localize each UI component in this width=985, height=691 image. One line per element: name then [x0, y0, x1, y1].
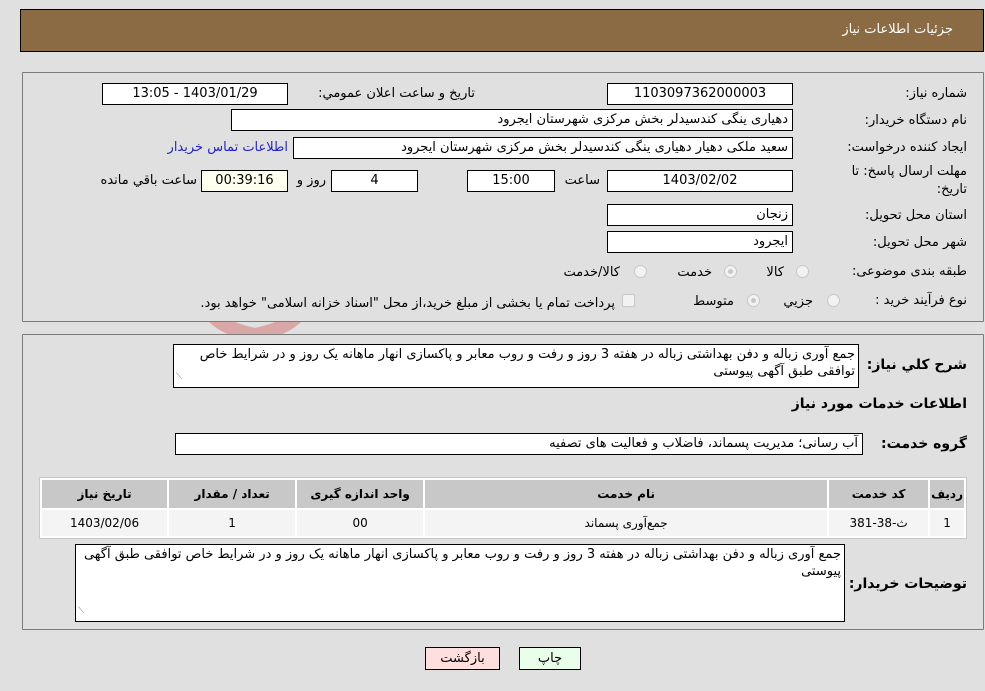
buyer-org-label: نام دستگاه خریدار:: [864, 113, 967, 128]
deadline-label-date: تاریخ:: [936, 182, 967, 197]
creator-field: سعید ملکی دهیار دهیاری ینگی کندسیدلر بخش…: [293, 137, 793, 159]
treasury-note: پرداخت تمام یا بخشی از مبلغ خرید،از محل …: [200, 296, 615, 311]
buyer-notes-label: توضيحات خريدار:: [848, 576, 967, 592]
process-label: نوع فرآیند خرید :: [875, 293, 967, 308]
services-table: رديف کد خدمت نام خدمت واحد اندازه گيری ت…: [39, 477, 967, 539]
process-radio-medium[interactable]: [747, 294, 760, 307]
deadline-time-field: 15:00: [467, 170, 555, 192]
cell-unit: 00: [297, 510, 424, 536]
need-number-label: شماره نیاز:: [905, 86, 967, 101]
table-header-row: رديف کد خدمت نام خدمت واحد اندازه گيری ت…: [42, 480, 964, 508]
buyer-org-field: دهیاری ینگی کندسیدلر بخش مرکزی شهرستان ا…: [231, 109, 793, 131]
city-field: ایجرود: [607, 231, 793, 253]
cell-quantity: 1: [169, 510, 296, 536]
page-header: جزئیات اطلاعات نیاز: [20, 9, 984, 52]
buyer-notes-textarea[interactable]: جمع آوری زباله و دفن بهداشتی زباله در هف…: [75, 544, 845, 622]
service-group-field: آب رسانی؛ مدیریت پسماند، فاضلاب و فعالیت…: [175, 433, 863, 455]
cell-service-code: ث-38-381: [829, 510, 929, 536]
category-radio-goods[interactable]: [796, 265, 809, 278]
summary-label: شرح کلي نياز:: [866, 357, 967, 373]
announce-date-field: 1403/01/29 - 13:05: [102, 83, 288, 105]
process-option-minor: جزيي: [783, 294, 813, 309]
treasury-checkbox[interactable]: [622, 294, 635, 307]
col-header-service-name: نام خدمت: [425, 480, 828, 508]
col-header-quantity: تعداد / مقدار: [169, 480, 296, 508]
back-button[interactable]: بازگشت: [425, 647, 500, 670]
cell-service-name: جمع‌آوری پسماند: [425, 510, 828, 536]
province-label: استان محل تحویل:: [865, 208, 967, 223]
summary-textarea[interactable]: جمع آوری زباله و دفن بهداشتی زباله در هف…: [173, 344, 859, 388]
deadline-date-field: 1403/02/02: [607, 170, 793, 192]
city-label: شهر محل تحویل:: [872, 235, 967, 250]
resize-grip-icon[interactable]: ⟋: [78, 603, 84, 620]
col-header-need-date: تاريخ نياز: [42, 480, 168, 508]
col-header-unit: واحد اندازه گيری: [297, 480, 424, 508]
category-option-service: خدمت: [677, 265, 712, 280]
buyer-contact-link[interactable]: اطلاعات تماس خریدار: [168, 140, 288, 155]
resize-grip-icon[interactable]: ⟋: [176, 369, 182, 386]
col-header-service-code: کد خدمت: [829, 480, 929, 508]
process-radio-minor[interactable]: [827, 294, 840, 307]
province-field: زنجان: [607, 204, 793, 226]
category-option-goods: کالا: [766, 265, 784, 280]
category-label: طبقه بندی موضوعی:: [851, 264, 967, 279]
deadline-label: مهلت ارسال پاسخ: تا: [851, 164, 967, 179]
services-heading: اطلاعات خدمات مورد نياز: [791, 396, 967, 412]
remaining-time-field: 00:39:16: [201, 170, 288, 192]
remaining-time-label: ساعت باقي مانده: [100, 173, 197, 188]
buyer-notes-text: جمع آوری زباله و دفن بهداشتی زباله در هف…: [83, 547, 841, 579]
days-label: روز و: [296, 173, 326, 188]
announce-date-label: تاريخ و ساعت اعلان عمومي:: [318, 86, 475, 101]
category-radio-service[interactable]: [724, 265, 737, 278]
category-option-goods-service: کالا/خدمت: [563, 265, 620, 280]
col-header-row-number: رديف: [930, 480, 964, 508]
summary-text: جمع آوری زباله و دفن بهداشتی زباله در هف…: [199, 347, 855, 379]
process-option-medium: متوسط: [693, 294, 734, 309]
days-remaining-field: 4: [331, 170, 418, 192]
need-number-field: 1103097362000003: [607, 83, 793, 105]
table-row: 1 ث-38-381 جمع‌آوری پسماند 00 1 1403/02/…: [42, 510, 964, 536]
service-group-label: گروه خدمت:: [881, 436, 967, 452]
print-button[interactable]: چاپ: [519, 647, 581, 670]
creator-label: ایجاد کننده درخواست:: [847, 140, 967, 155]
cell-row-number: 1: [930, 510, 964, 536]
category-radio-goods-service[interactable]: [634, 265, 647, 278]
page-title: جزئیات اطلاعات نیاز: [842, 22, 953, 37]
deadline-time-label: ساعت: [564, 173, 600, 188]
cell-need-date: 1403/02/06: [42, 510, 168, 536]
